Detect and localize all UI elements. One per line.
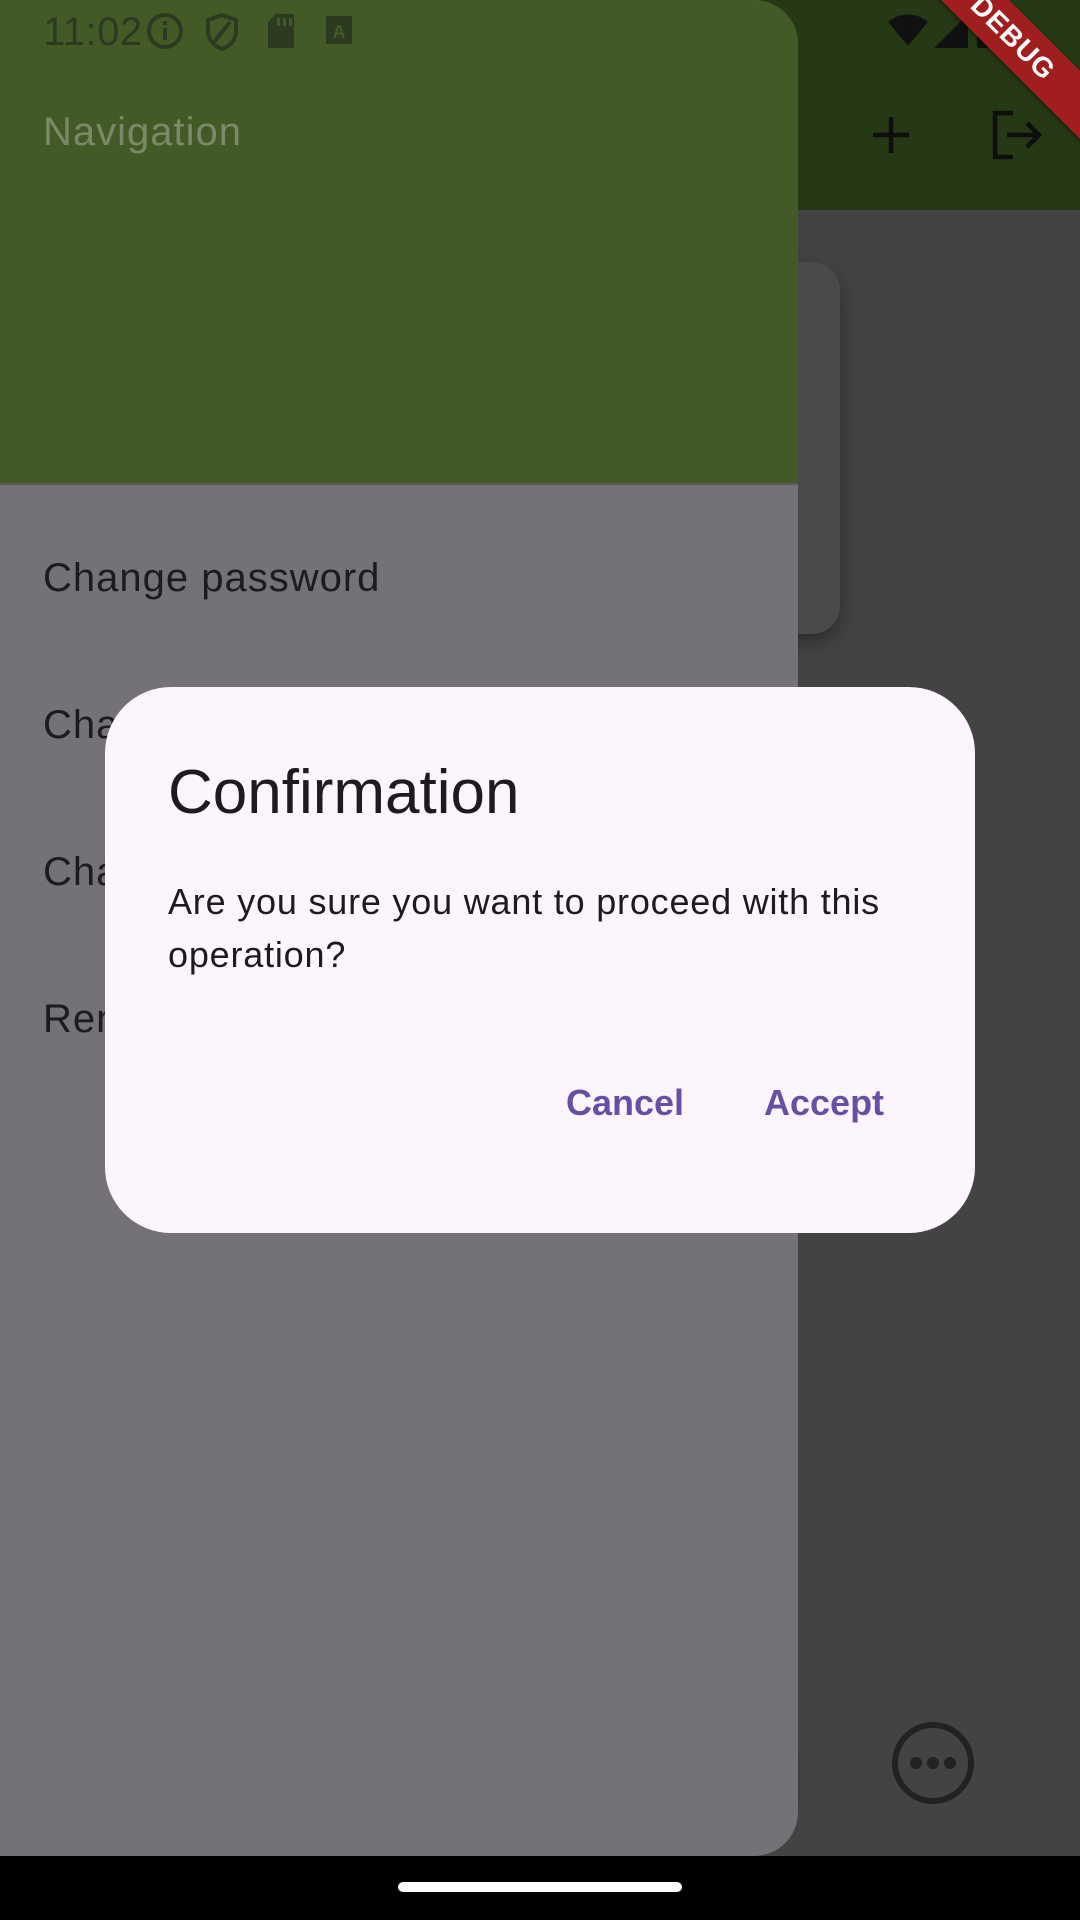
add-icon[interactable] (856, 100, 926, 170)
more-horizontal-icon (892, 1722, 974, 1804)
accept-button[interactable]: Accept (750, 1072, 898, 1134)
drawer-title: Navigation (43, 110, 243, 154)
status-bar: 11:02 A (0, 0, 1080, 64)
dialog-message: Are you sure you want to proceed with th… (168, 881, 880, 975)
a-badge-icon: A (324, 12, 354, 53)
cancel-button[interactable]: Cancel (552, 1072, 698, 1134)
svg-text:A: A (333, 22, 346, 42)
info-icon (146, 12, 184, 55)
home-gesture-handle[interactable] (398, 1882, 682, 1892)
more-options-button[interactable] (890, 1720, 976, 1806)
drawer-item-change-password[interactable]: Change password (43, 556, 380, 601)
sd-card-icon (266, 12, 296, 55)
wifi-icon (888, 14, 928, 53)
confirmation-dialog: Confirmation Are you sure you want to pr… (105, 687, 975, 1233)
system-navigation-bar (0, 1856, 1080, 1920)
drawer-header: Navigation (0, 0, 798, 485)
dialog-title: Confirmation (168, 758, 520, 827)
shield-icon (204, 12, 240, 57)
logout-icon[interactable] (982, 100, 1052, 170)
status-time: 11:02 (43, 10, 143, 54)
